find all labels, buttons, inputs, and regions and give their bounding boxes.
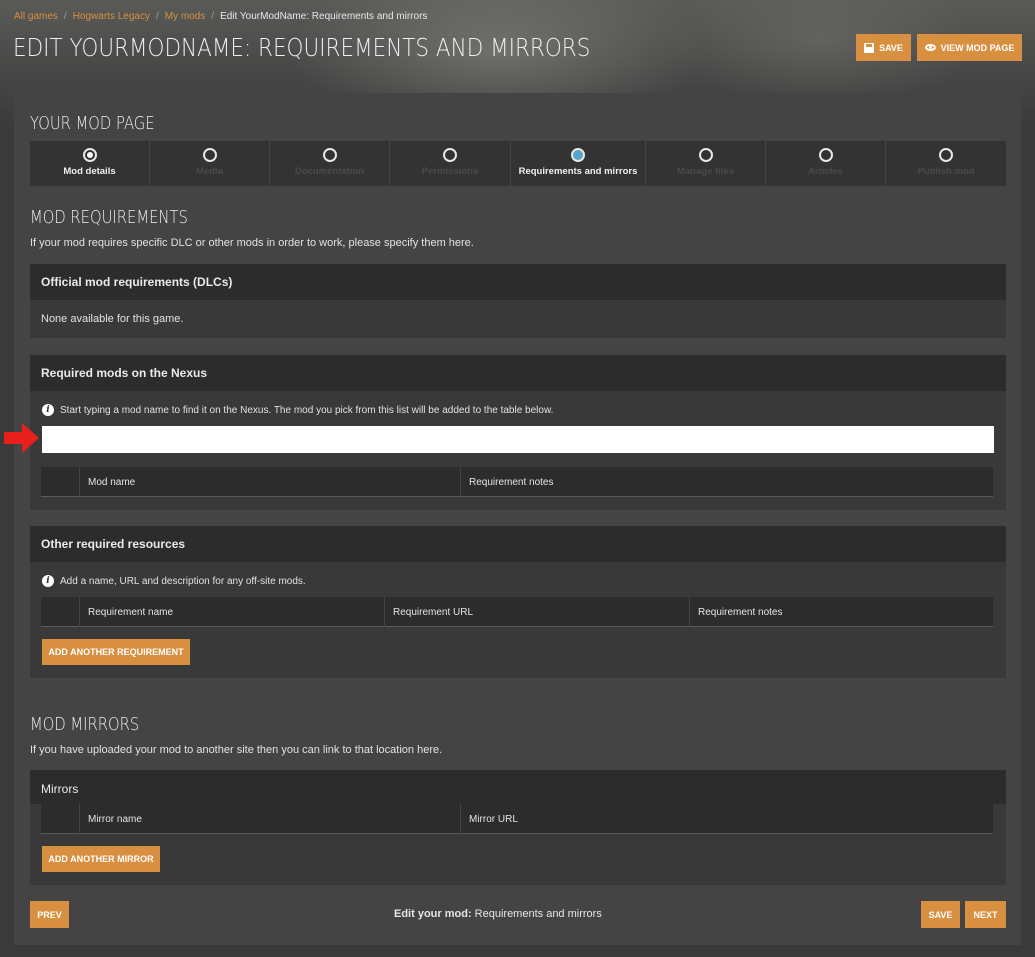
eye-icon	[924, 44, 936, 51]
header-save-label: SAVE	[879, 42, 903, 53]
mod-search-input[interactable]	[42, 426, 994, 453]
floppy-disk-icon	[864, 42, 875, 53]
step-label: Requirements and mirrors	[518, 166, 638, 177]
next-button[interactable]: NEXT	[965, 901, 1006, 928]
breadcrumb-separator: /	[211, 11, 215, 22]
footer-status-bold: Edit your mod:	[394, 908, 472, 920]
add-requirement-button[interactable]: ADD ANOTHER REQUIREMENT	[42, 639, 190, 665]
nexus-requirements-title: Required mods on the Nexus	[30, 355, 1006, 391]
header-save-button[interactable]: SAVE	[856, 34, 911, 61]
step-label: Mod details	[63, 166, 116, 177]
mirrors-box: Mirrors Mirror name Mirror URL ADD ANOTH…	[30, 770, 1006, 885]
step-articles[interactable]: Articles	[766, 141, 886, 186]
red-arrow-icon	[4, 423, 39, 453]
mod-requirements-heading: MOD REQUIREMENTS	[30, 207, 188, 228]
step-radio-icon	[818, 148, 833, 162]
footer-status: Edit your mod: Requirements and mirrors	[394, 908, 602, 920]
mirrors-table-header: Mirror name Mirror URL	[41, 804, 993, 834]
breadcrumb-separator: /	[63, 11, 67, 22]
column-header: Requirement notes	[460, 467, 993, 497]
breadcrumb-separator: /	[155, 11, 159, 22]
official-requirements-box: Official mod requirements (DLCs) None av…	[30, 264, 1006, 338]
column-header: Mirror name	[79, 804, 460, 834]
step-radio-icon	[571, 148, 585, 162]
your-mod-page-heading: YOUR MOD PAGE	[30, 113, 155, 134]
step-label: Articles	[808, 166, 843, 177]
other-resources-info-text: Add a name, URL and description for any …	[60, 575, 306, 587]
info-icon: i	[42, 575, 54, 587]
column-header: Mirror URL	[460, 804, 993, 834]
mirrors-header-bg	[30, 770, 1006, 804]
step-label: Documentation	[294, 166, 365, 177]
view-mod-page-label: VIEW MOD PAGE	[940, 42, 1015, 53]
step-label: Media	[196, 166, 223, 177]
step-documentation[interactable]: Documentation	[270, 141, 390, 186]
step-radio-icon	[202, 148, 217, 162]
column-header	[41, 597, 79, 627]
step-radio-icon	[322, 148, 337, 162]
page-title: EDIT YOURMODNAME: REQUIREMENTS AND MIRRO…	[13, 33, 591, 62]
other-resources-info: i Add a name, URL and description for an…	[42, 575, 306, 587]
step-label: Permissions	[421, 166, 479, 177]
view-mod-page-button[interactable]: VIEW MOD PAGE	[917, 34, 1022, 61]
official-requirements-title: Official mod requirements (DLCs)	[30, 264, 1006, 300]
mod-requirements-description: If your mod requires specific DLC or oth…	[30, 237, 474, 249]
prev-button[interactable]: PREV	[30, 901, 69, 928]
other-resources-title: Other required resources	[30, 526, 1006, 562]
other-resources-box: Other required resources i Add a name, U…	[30, 526, 1006, 678]
column-header: Requirement URL	[384, 597, 689, 627]
footer-status-text: Requirements and mirrors	[471, 908, 602, 920]
official-requirements-empty: None available for this game.	[41, 313, 184, 325]
step-radio-icon	[698, 148, 713, 162]
other-resources-table-header: Requirement name Requirement URL Require…	[41, 597, 993, 627]
step-media[interactable]: Media	[150, 141, 270, 186]
nexus-info: i Start typing a mod name to find it on …	[42, 404, 553, 416]
step-manage-files[interactable]: Manage files	[646, 141, 766, 186]
mirrors-title: Mirrors	[41, 782, 79, 796]
step-radio-icon	[443, 148, 457, 162]
breadcrumb-my-mods[interactable]: My mods	[165, 11, 206, 22]
column-header: Requirement notes	[689, 597, 993, 627]
breadcrumb: All games / Hogwarts Legacy / My mods / …	[14, 11, 427, 22]
breadcrumb-game[interactable]: Hogwarts Legacy	[73, 11, 150, 22]
column-header: Mod name	[79, 467, 460, 497]
step-radio-icon	[82, 148, 97, 162]
step-radio-icon	[939, 148, 953, 162]
add-mirror-button[interactable]: ADD ANOTHER MIRROR	[42, 846, 160, 872]
step-requirements-and-mirrors[interactable]: Requirements and mirrors	[511, 141, 646, 186]
column-header	[41, 467, 79, 497]
step-mod-details[interactable]: Mod details	[30, 141, 150, 186]
breadcrumb-current: Edit YourModName: Requirements and mirro…	[220, 11, 428, 22]
info-icon: i	[42, 404, 54, 416]
breadcrumb-all-games[interactable]: All games	[14, 11, 58, 22]
nexus-info-text: Start typing a mod name to find it on th…	[60, 404, 554, 416]
step-label: Publish mod	[917, 166, 975, 177]
step-label: Manage files	[676, 166, 735, 177]
column-header: Requirement name	[79, 597, 384, 627]
step-tabs: Mod details Media Documentation Permissi…	[30, 141, 1006, 186]
mod-mirrors-description: If you have uploaded your mod to another…	[30, 744, 443, 756]
footer-save-button[interactable]: SAVE	[921, 901, 960, 928]
step-publish-mod[interactable]: Publish mod	[886, 141, 1006, 186]
step-permissions[interactable]: Permissions	[390, 141, 511, 186]
nexus-table-header: Mod name Requirement notes	[41, 467, 993, 497]
mod-mirrors-heading: MOD MIRRORS	[30, 714, 140, 735]
nexus-requirements-box: Required mods on the Nexus i Start typin…	[30, 355, 1006, 510]
column-header	[41, 804, 79, 834]
